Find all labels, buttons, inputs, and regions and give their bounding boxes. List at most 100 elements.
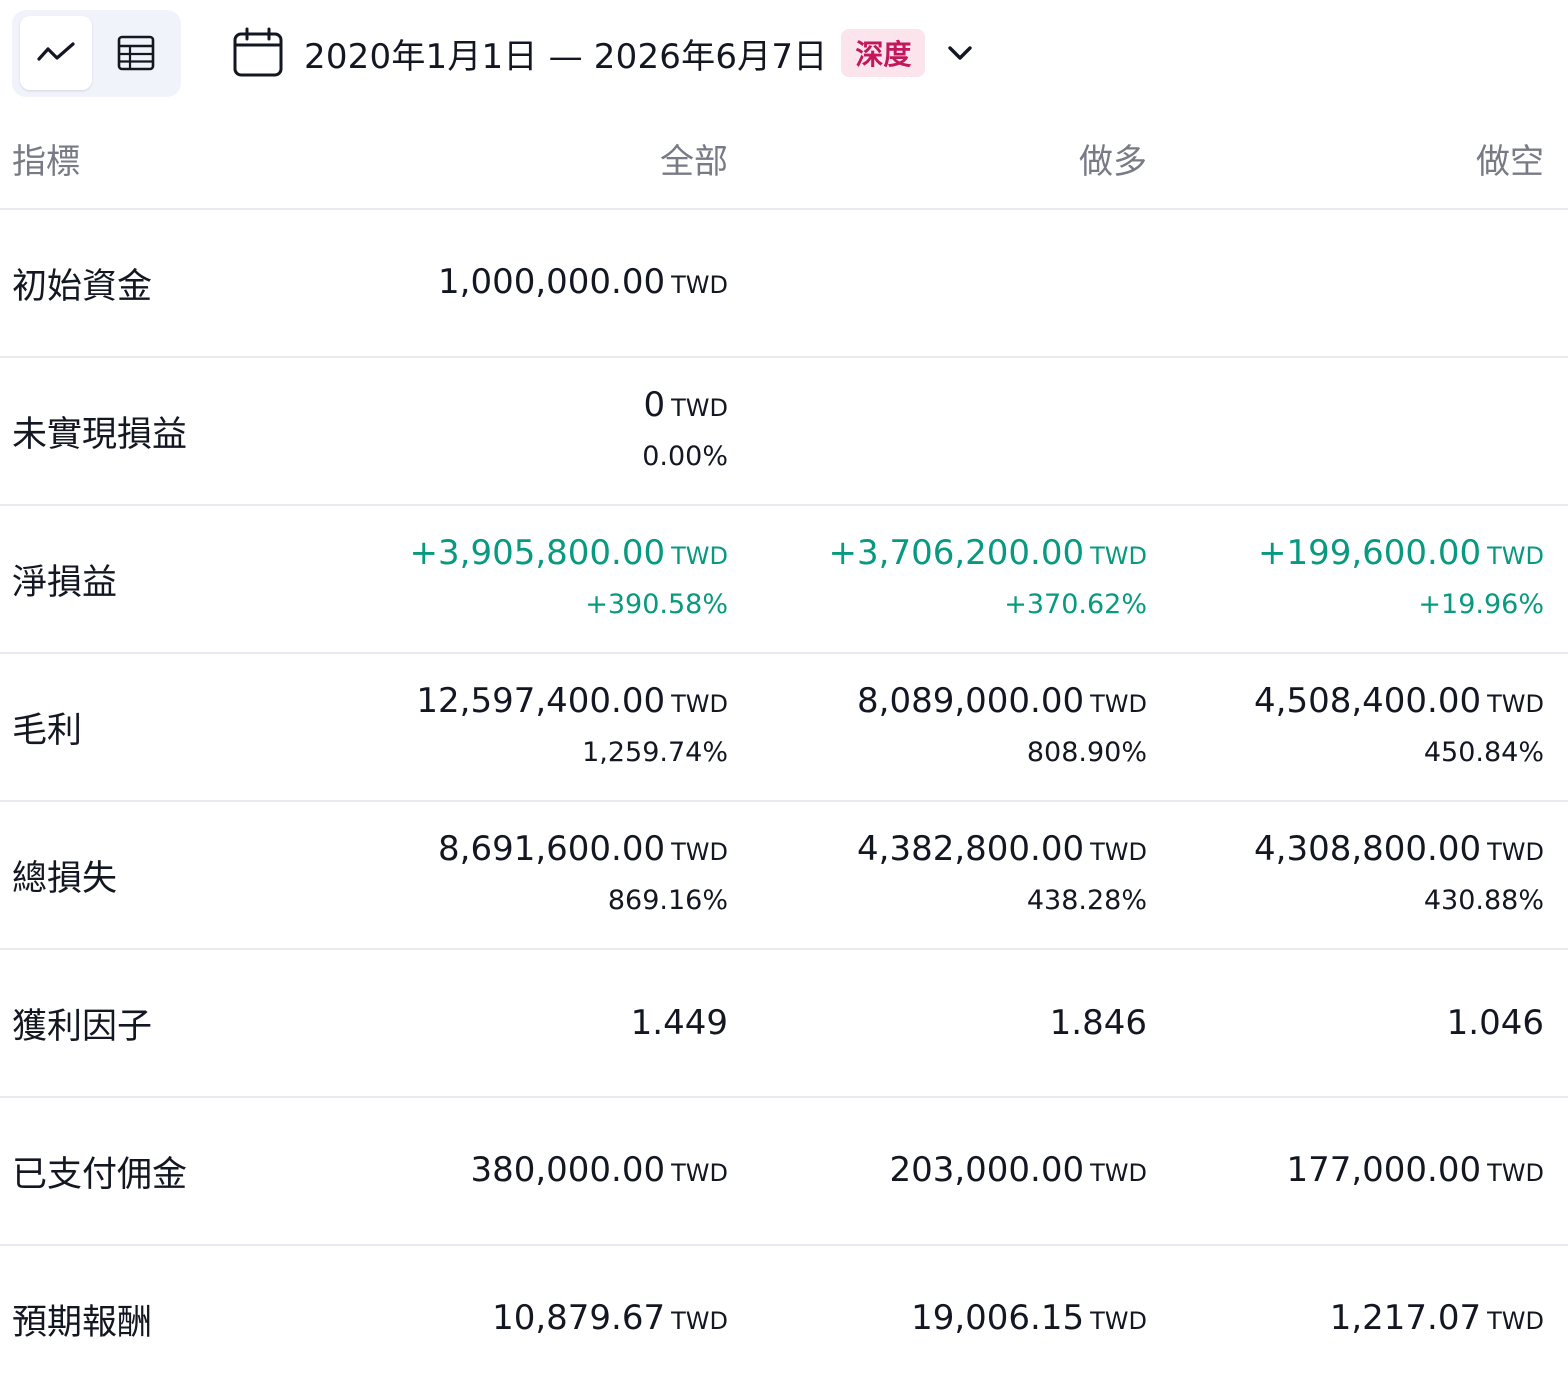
currency-unit: TWD — [671, 837, 728, 866]
cell-short: +199,600.00 TWD +19.96% — [1147, 505, 1568, 654]
currency-unit: TWD — [671, 1306, 728, 1335]
cell-all: 1,000,000.00 TWD — [380, 209, 728, 358]
cell-all: 1.449 — [380, 949, 728, 1098]
metrics-table: 指標 全部 做多 做空 初始資金 1,000,000.00 TWD 未實現損益 0 TWD… — [0, 108, 1568, 1392]
cell-percent: 1,259.74% — [582, 736, 728, 768]
cell-long: 19,006.15 TWD — [728, 1245, 1147, 1392]
currency-unit: TWD — [1090, 689, 1147, 718]
date-range-text: 2020年1月1日 — 2026年6月7日 — [304, 36, 828, 77]
table-row: 預期報酬 10,879.67 TWD 19,006.15 TWD 1,217.07 TWD — [0, 1245, 1568, 1392]
cell-long: 1.846 — [728, 949, 1147, 1098]
toolbar: 2020年1月1日 — 2026年6月7日 深度 — [0, 0, 1568, 108]
cell-long: 8,089,000.00 TWD 808.90% — [728, 653, 1147, 802]
value-number: 8,691,600.00 — [438, 828, 666, 869]
currency-unit: TWD — [671, 1158, 728, 1187]
currency-unit: TWD — [671, 541, 728, 570]
value-number: 10,879.67 — [492, 1297, 666, 1338]
cell-percent: 430.88% — [1423, 884, 1544, 916]
metric-label: 預期報酬 — [12, 1302, 153, 1343]
chart-view-button[interactable] — [20, 16, 92, 90]
value-number: 1.449 — [630, 1003, 728, 1043]
mode-badge: 深度 — [841, 29, 926, 77]
currency-unit: TWD — [1487, 837, 1544, 866]
cell-short — [1147, 209, 1568, 358]
cell-value: 4,508,400.00 TWD — [1147, 677, 1544, 728]
table-row: 毛利 12,597,400.00 TWD 1,259.74% 8,089,000.00 T… — [0, 653, 1568, 802]
value-number: 8,089,000.00 — [857, 680, 1085, 721]
cell-short: 1,217.07 TWD — [1147, 1245, 1568, 1392]
table-view-button[interactable] — [100, 16, 172, 90]
header-long: 做多 — [728, 108, 1147, 210]
currency-unit: TWD — [1487, 1158, 1544, 1187]
cell-value: 1.046 — [1147, 999, 1544, 1047]
cell-percent: +19.96% — [1418, 588, 1544, 620]
currency-unit: TWD — [1090, 1158, 1147, 1187]
cell-all: 0 TWD 0.00% — [380, 357, 728, 506]
table-row: 初始資金 1,000,000.00 TWD — [0, 209, 1568, 358]
table-icon — [117, 35, 155, 71]
metric-label: 毛利 — [0, 653, 380, 802]
table-row: 總損失 8,691,600.00 TWD 869.16% 4,382,800.00 TWD… — [0, 801, 1568, 950]
cell-all: 10,879.67 TWD — [380, 1245, 728, 1392]
value-number: 177,000.00 — [1286, 1149, 1482, 1190]
chevron-down-icon[interactable] — [943, 36, 977, 70]
metric-label: 已支付佣金 — [0, 1097, 380, 1246]
metric-label: 淨損益 — [0, 505, 380, 654]
cell-value: 1,217.07 TWD — [1147, 1294, 1544, 1345]
cell-short: 1.046 — [1147, 949, 1568, 1098]
value-number: 1.046 — [1446, 1003, 1544, 1043]
cell-short: 4,508,400.00 TWD 450.84% — [1147, 653, 1568, 802]
currency-unit: TWD — [1487, 541, 1544, 570]
header-short: 做空 — [1147, 108, 1568, 210]
currency-unit: TWD — [1487, 689, 1544, 718]
table-header-row: 指標 全部 做多 做空 — [0, 108, 1568, 210]
cell-value: 10,879.67 TWD — [380, 1294, 728, 1345]
view-toggle — [12, 10, 181, 97]
header-metric: 指標 — [0, 108, 380, 210]
date-range-selector[interactable]: 2020年1月1日 — 2026年6月7日 深度 — [232, 22, 977, 84]
cell-long: 203,000.00 TWD — [728, 1097, 1147, 1246]
currency-unit: TWD — [671, 393, 728, 422]
cell-percent: +390.58% — [585, 588, 728, 620]
cell-value: 4,308,800.00 TWD — [1147, 825, 1544, 876]
cell-percent: 0.00% — [642, 440, 728, 472]
currency-unit: TWD — [1487, 1306, 1544, 1335]
calendar-icon — [233, 27, 283, 77]
value-number: +3,706,200.00 — [828, 532, 1085, 573]
metric-label: 未實現損益 — [0, 357, 380, 506]
value-number: 380,000.00 — [470, 1149, 666, 1190]
cell-long: 4,382,800.00 TWD 438.28% — [728, 801, 1147, 950]
trend-line-icon — [37, 42, 75, 61]
cell-value: 8,691,600.00 TWD — [380, 825, 728, 876]
value-number: 203,000.00 — [889, 1149, 1085, 1190]
cell-all: 12,597,400.00 TWD 1,259.74% — [380, 653, 728, 802]
cell-value: 1.449 — [380, 999, 728, 1047]
table-row: 獲利因子 1.449 1.846 1.046 — [0, 949, 1568, 1098]
cell-short: 4,308,800.00 TWD 430.88% — [1147, 801, 1568, 950]
cell-value: 203,000.00 TWD — [728, 1146, 1147, 1197]
cell-all: 8,691,600.00 TWD 869.16% — [380, 801, 728, 950]
cell-all: 380,000.00 TWD — [380, 1097, 728, 1246]
value-number: 4,308,800.00 — [1254, 828, 1482, 869]
cell-long — [728, 209, 1147, 358]
table-row: 已支付佣金 380,000.00 TWD 203,000.00 TWD 177,000.0… — [0, 1097, 1568, 1246]
value-number: 4,508,400.00 — [1254, 680, 1482, 721]
header-all: 全部 — [380, 108, 728, 210]
cell-value: 177,000.00 TWD — [1147, 1146, 1544, 1197]
cell-value: +3,905,800.00 TWD — [380, 529, 728, 580]
currency-unit: TWD — [671, 689, 728, 718]
table-row: 未實現損益 0 TWD 0.00% — [0, 357, 1568, 506]
cell-long: +3,706,200.00 TWD +370.62% — [728, 505, 1147, 654]
cell-value: 8,089,000.00 TWD — [728, 677, 1147, 728]
cell-all: +3,905,800.00 TWD +390.58% — [380, 505, 728, 654]
metric-label: 總損失 — [0, 801, 380, 950]
cell-value: 1,000,000.00 TWD — [380, 258, 728, 309]
table-row: 淨損益 +3,905,800.00 TWD +390.58% +3,706,200.00… — [0, 505, 1568, 654]
value-number: 4,382,800.00 — [857, 828, 1085, 869]
value-number: 19,006.15 — [911, 1297, 1085, 1338]
metric-label: 獲利因子 — [0, 949, 380, 1098]
currency-unit: TWD — [1090, 837, 1147, 866]
cell-short: 177,000.00 TWD — [1147, 1097, 1568, 1246]
value-number: 1.846 — [1049, 1003, 1147, 1043]
cell-value: 19,006.15 TWD — [728, 1294, 1147, 1345]
